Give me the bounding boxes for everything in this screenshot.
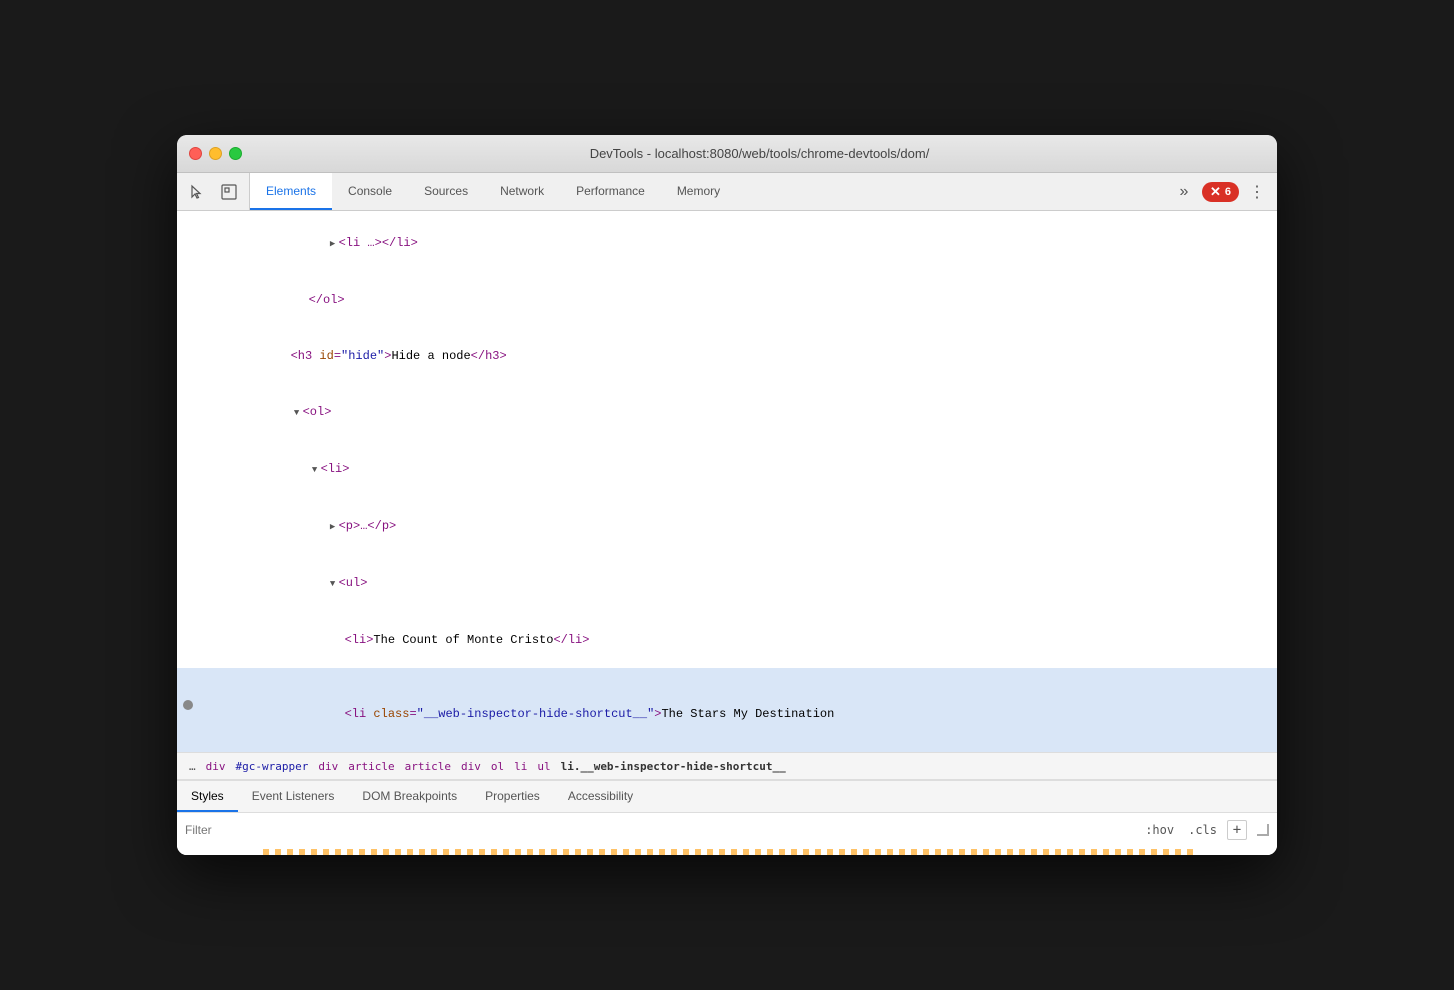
kebab-menu-button[interactable]: ⋮ xyxy=(1245,180,1269,204)
tab-event-listeners[interactable]: Event Listeners xyxy=(238,781,349,812)
dom-line[interactable]: <li>The Count of Monte Cristo</li> xyxy=(177,612,1277,668)
triangle-icon[interactable] xyxy=(327,517,339,536)
dom-panel[interactable]: <li …></li> </ol> <h3 id="hide">Hide a n… xyxy=(177,211,1277,752)
breadcrumb-div1[interactable]: div xyxy=(202,758,230,775)
dom-line-selected[interactable]: <li class="__web-inspector-hide-shortcut… xyxy=(177,668,1277,742)
breadcrumb-div2[interactable]: div xyxy=(314,758,342,775)
tab-dom-breakpoints[interactable]: DOM Breakpoints xyxy=(348,781,471,812)
tab-memory[interactable]: Memory xyxy=(661,173,736,210)
breadcrumb-ellipsis[interactable]: … xyxy=(185,758,200,775)
breadcrumb-div3[interactable]: div xyxy=(457,758,485,775)
tab-performance[interactable]: Performance xyxy=(560,173,661,210)
title-bar: DevTools - localhost:8080/web/tools/chro… xyxy=(177,135,1277,173)
resize-handle[interactable] xyxy=(1257,824,1269,836)
tab-properties[interactable]: Properties xyxy=(471,781,554,812)
main-tabs: Elements Console Sources Network Perform… xyxy=(250,173,1164,210)
dom-line[interactable]: <p>…</p> xyxy=(177,498,1277,555)
toolbar-icons xyxy=(177,173,250,210)
filter-input[interactable] xyxy=(185,823,1141,837)
breadcrumb-ol[interactable]: ol xyxy=(487,758,508,775)
dom-line[interactable]: <ul> xyxy=(177,555,1277,612)
tab-accessibility[interactable]: Accessibility xyxy=(554,781,647,812)
breadcrumb-bar: … div #gc-wrapper div article article di… xyxy=(177,752,1277,780)
tab-console[interactable]: Console xyxy=(332,173,408,210)
cursor-icon[interactable] xyxy=(185,180,209,204)
hov-button[interactable]: :hov xyxy=(1141,821,1178,839)
filter-controls: :hov .cls + xyxy=(1141,820,1269,840)
dom-line[interactable]: <li> xyxy=(177,441,1277,498)
breadcrumb-article1[interactable]: article xyxy=(344,758,398,775)
dom-line-selected-close[interactable]: </li> == $0 xyxy=(177,742,1277,752)
breadcrumb-ul[interactable]: ul xyxy=(533,758,554,775)
error-count: 6 xyxy=(1225,186,1231,198)
dom-line[interactable]: <ol> xyxy=(177,384,1277,441)
main-area: <li …></li> </ol> <h3 id="hide">Hide a n… xyxy=(177,211,1277,855)
traffic-lights xyxy=(189,147,242,160)
tab-bar: Elements Console Sources Network Perform… xyxy=(177,173,1277,211)
add-style-button[interactable]: + xyxy=(1227,820,1247,840)
error-badge[interactable]: ✕ 6 xyxy=(1202,182,1239,202)
dom-line[interactable]: <li …></li> xyxy=(177,215,1277,272)
triangle-icon[interactable] xyxy=(291,403,303,422)
bottom-dashes xyxy=(177,847,1277,855)
triangle-icon[interactable] xyxy=(327,574,339,593)
breadcrumb-li[interactable]: li xyxy=(510,758,531,775)
minimize-button[interactable] xyxy=(209,147,222,160)
devtools-window: DevTools - localhost:8080/web/tools/chro… xyxy=(177,135,1277,855)
bottom-panel: Styles Event Listeners DOM Breakpoints P… xyxy=(177,780,1277,855)
window-title: DevTools - localhost:8080/web/tools/chro… xyxy=(254,146,1265,161)
more-tabs-button[interactable]: » xyxy=(1172,180,1196,204)
breadcrumb-gc-wrapper[interactable]: #gc-wrapper xyxy=(232,758,313,775)
filter-bar: :hov .cls + xyxy=(177,813,1277,847)
inspector-icon[interactable] xyxy=(217,180,241,204)
tab-sources[interactable]: Sources xyxy=(408,173,484,210)
close-button[interactable] xyxy=(189,147,202,160)
triangle-icon[interactable] xyxy=(309,460,321,479)
maximize-button[interactable] xyxy=(229,147,242,160)
dom-line[interactable]: <h3 id="hide">Hide a node</h3> xyxy=(177,328,1277,384)
tab-bar-right: » ✕ 6 ⋮ xyxy=(1164,173,1277,210)
breadcrumb-current[interactable]: li.__web-inspector-hide-shortcut__ xyxy=(557,758,790,775)
tab-styles[interactable]: Styles xyxy=(177,781,238,812)
dom-line[interactable]: </ol> xyxy=(177,272,1277,328)
triangle-icon[interactable] xyxy=(327,234,339,253)
breadcrumb-article2[interactable]: article xyxy=(401,758,455,775)
error-icon: ✕ xyxy=(1210,184,1221,200)
tab-elements[interactable]: Elements xyxy=(250,173,332,210)
cls-button[interactable]: .cls xyxy=(1184,821,1221,839)
bottom-tabs: Styles Event Listeners DOM Breakpoints P… xyxy=(177,781,1277,813)
selected-indicator xyxy=(183,700,193,710)
tab-network[interactable]: Network xyxy=(484,173,560,210)
